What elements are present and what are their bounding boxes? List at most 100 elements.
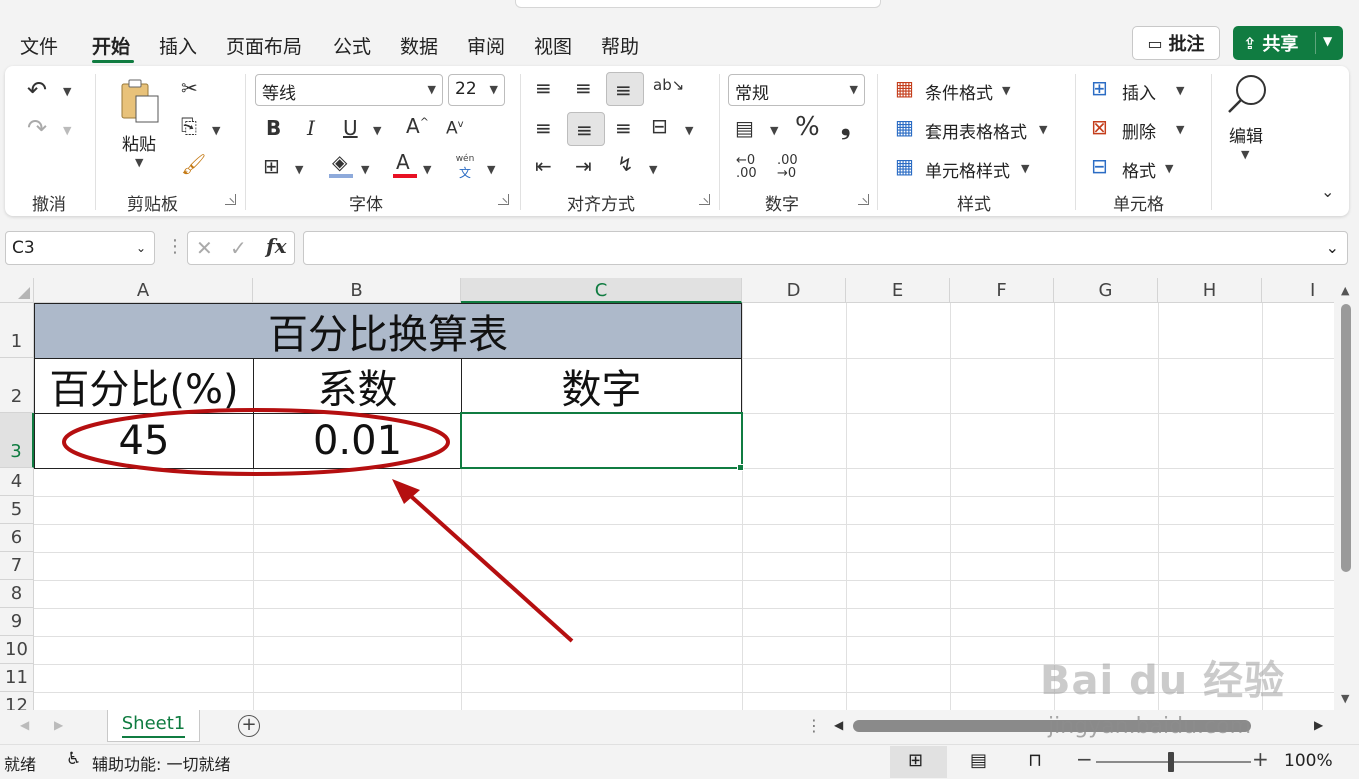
zoom-level[interactable]: 100%: [1284, 751, 1333, 771]
currency-icon[interactable]: ▤: [735, 118, 754, 138]
row-header-11[interactable]: 11: [0, 664, 34, 692]
column-header-f[interactable]: F: [950, 278, 1054, 303]
accessibility-icon[interactable]: ♿: [66, 749, 81, 769]
font-size-combo[interactable]: 22 ▼: [448, 74, 505, 106]
wrap-text-icon[interactable]: ↯: [617, 154, 634, 174]
cancel-icon[interactable]: ✕: [196, 238, 213, 258]
font-launcher-icon[interactable]: [498, 194, 509, 205]
align-left-icon[interactable]: ≡: [535, 118, 552, 138]
paste-dropdown-icon[interactable]: ▼: [135, 156, 143, 169]
percent-icon[interactable]: %: [795, 114, 820, 140]
expand-formula-icon[interactable]: ⌄: [1326, 238, 1339, 257]
worksheet-grid[interactable]: A B C D E F G H I 1 2 3 4 5 6 7 8 9 10 1…: [0, 278, 1359, 710]
font-color-dropdown-icon[interactable]: ▼: [423, 163, 431, 176]
zoom-in-button[interactable]: +: [1252, 747, 1269, 771]
editing-button[interactable]: 编辑 ▼: [1225, 72, 1275, 172]
share-button[interactable]: ⇪ 共享 ▼: [1233, 26, 1343, 60]
increase-decimal-icon[interactable]: ←0.00: [736, 154, 757, 180]
add-sheet-icon[interactable]: +: [238, 715, 260, 737]
cell-styles-button[interactable]: 单元格样式: [925, 157, 1010, 182]
copy-icon[interactable]: ⎘: [181, 116, 197, 136]
chevron-down-icon[interactable]: ▼: [1176, 123, 1184, 136]
align-right-icon[interactable]: ≡: [615, 118, 632, 138]
insert-function-icon[interactable]: fx: [266, 236, 287, 256]
scroll-down-icon[interactable]: ▼: [1341, 692, 1349, 705]
merge-center-icon[interactable]: ⊟: [651, 116, 668, 136]
chevron-down-icon[interactable]: ▼: [1176, 84, 1184, 97]
comments-button[interactable]: ▭ 批注: [1132, 26, 1220, 60]
accessibility-status[interactable]: 辅助功能: 一切就绪: [92, 751, 230, 775]
bold-icon[interactable]: B: [266, 118, 281, 138]
wrap-dropdown-icon[interactable]: ▼: [649, 163, 657, 176]
scroll-up-icon[interactable]: ▲: [1341, 284, 1349, 297]
tab-help[interactable]: 帮助: [601, 32, 639, 59]
clipboard-launcher-icon[interactable]: [225, 194, 236, 205]
align-top-icon[interactable]: ≡: [535, 78, 552, 98]
tab-review[interactable]: 审阅: [467, 32, 505, 59]
prev-sheet-icon[interactable]: ◀: [20, 718, 29, 732]
increase-indent-icon[interactable]: ⇥: [575, 156, 592, 176]
conditional-format-button[interactable]: 条件格式: [925, 79, 993, 104]
normal-view-button[interactable]: ⊞: [890, 746, 947, 778]
tab-page-layout[interactable]: 页面布局: [226, 32, 302, 59]
scroll-left-icon[interactable]: ◀: [834, 718, 843, 732]
paste-label[interactable]: 粘贴: [122, 130, 156, 155]
zoom-out-button[interactable]: −: [1076, 747, 1093, 771]
formula-input[interactable]: ⌄: [303, 231, 1348, 265]
tab-formulas[interactable]: 公式: [333, 32, 371, 59]
zoom-slider-thumb[interactable]: [1168, 752, 1174, 772]
decrease-indent-icon[interactable]: ⇤: [535, 156, 552, 176]
orientation-icon[interactable]: ab↘: [653, 78, 684, 93]
copy-dropdown-icon[interactable]: ▼: [212, 124, 220, 137]
currency-dropdown-icon[interactable]: ▼: [770, 124, 778, 137]
fill-color-dropdown-icon[interactable]: ▼: [361, 163, 369, 176]
comma-style-icon[interactable]: ❟: [841, 114, 850, 138]
scroll-right-icon[interactable]: ▶: [1314, 718, 1323, 732]
column-header-h[interactable]: H: [1158, 278, 1262, 303]
chevron-down-icon[interactable]: ▼: [1002, 84, 1010, 97]
vertical-scroll-thumb[interactable]: [1341, 304, 1351, 572]
font-name-combo[interactable]: 等线 ▼: [255, 74, 443, 106]
tab-view[interactable]: 视图: [534, 32, 572, 59]
chevron-down-icon[interactable]: ▼: [1021, 162, 1029, 175]
tab-file[interactable]: 文件: [20, 32, 58, 59]
insert-cells-button[interactable]: 插入: [1122, 79, 1156, 104]
underline-dropdown-icon[interactable]: ▼: [373, 124, 381, 137]
search-box-edge[interactable]: [515, 0, 881, 8]
undo-icon[interactable]: ↶: [27, 78, 47, 102]
font-color-button[interactable]: A: [391, 152, 419, 180]
paste-button[interactable]: [118, 78, 162, 126]
sheet-tab-sheet1[interactable]: Sheet1: [107, 710, 200, 742]
delete-cells-button[interactable]: 删除: [1122, 118, 1156, 143]
phonetic-dropdown-icon[interactable]: ▼: [487, 163, 495, 176]
redo-dropdown-icon[interactable]: ▼: [63, 124, 71, 137]
border-icon[interactable]: ⊞: [263, 156, 280, 176]
fill-color-button[interactable]: ◈: [327, 152, 355, 180]
redo-icon[interactable]: ↷: [27, 116, 47, 140]
page-layout-view-icon[interactable]: ▤: [970, 750, 987, 771]
next-sheet-icon[interactable]: ▶: [54, 718, 63, 732]
tab-data[interactable]: 数据: [400, 32, 438, 59]
phonetic-button[interactable]: wén 文: [451, 154, 479, 182]
decrease-font-icon[interactable]: Av: [446, 120, 464, 138]
cut-icon[interactable]: ✂: [181, 78, 198, 98]
underline-icon[interactable]: U: [343, 118, 358, 138]
tab-insert[interactable]: 插入: [159, 32, 197, 59]
number-format-combo[interactable]: 常规 ▼: [728, 74, 865, 106]
row-header-12[interactable]: 12: [0, 692, 34, 710]
name-box[interactable]: C3 ⌄: [5, 231, 155, 265]
page-break-view-icon[interactable]: ⊓: [1028, 750, 1042, 771]
collapse-ribbon-icon[interactable]: ⌄: [1321, 184, 1334, 200]
format-as-table-button[interactable]: 套用表格格式: [925, 118, 1027, 143]
increase-font-icon[interactable]: A^: [406, 116, 429, 136]
chevron-down-icon[interactable]: ▼: [1039, 123, 1047, 136]
enter-icon[interactable]: ✓: [230, 238, 247, 258]
undo-dropdown-icon[interactable]: ▼: [63, 85, 71, 98]
alignment-launcher-icon[interactable]: [699, 194, 710, 205]
column-header-g[interactable]: G: [1054, 278, 1158, 303]
decrease-decimal-icon[interactable]: .00 →0: [777, 154, 798, 180]
column-header-e[interactable]: E: [846, 278, 950, 303]
merge-dropdown-icon[interactable]: ▼: [685, 124, 693, 137]
format-painter-icon[interactable]: 🖌: [181, 154, 206, 174]
format-cells-button[interactable]: 格式: [1122, 157, 1156, 182]
